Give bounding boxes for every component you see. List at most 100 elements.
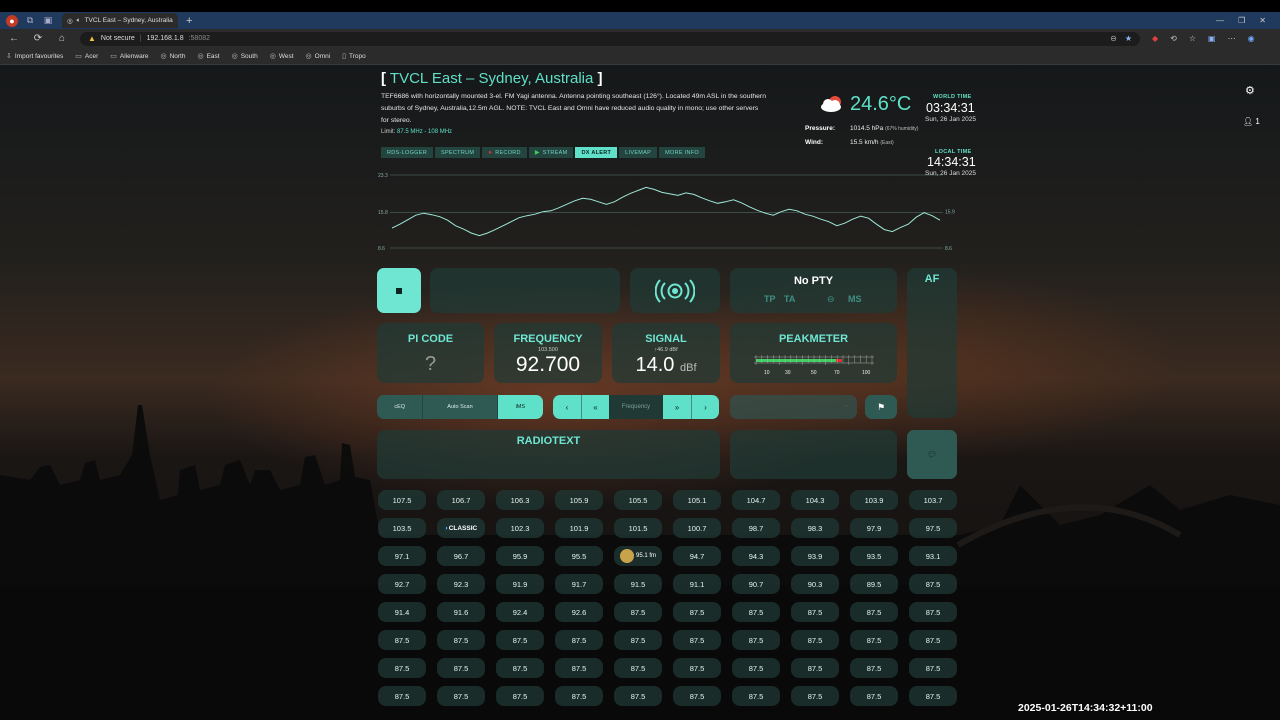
favorites-icon[interactable]: ☆ <box>1189 34 1196 43</box>
bookmark-west[interactable]: ◎ West <box>270 52 294 61</box>
preset-button[interactable]: 95.5 <box>555 546 603 566</box>
menu-icon[interactable]: ⋯ <box>1228 34 1236 43</box>
preset-button[interactable]: 87.5 <box>732 658 780 678</box>
preset-button[interactable]: 107.5 <box>378 490 426 510</box>
preset-button[interactable]: 91.9 <box>496 574 544 594</box>
preset-button[interactable]: 87.5 <box>850 630 898 650</box>
preset-button[interactable]: 87.5 <box>614 686 662 706</box>
preset-button[interactable]: 92.6 <box>555 602 603 622</box>
preset-button[interactable]: 103.7 <box>909 490 957 510</box>
preset-button[interactable]: 87.5 <box>909 658 957 678</box>
plugin-spectrum-button[interactable]: SPECTRUM <box>434 147 481 158</box>
bookmark-acer[interactable]: ▭ Acer <box>75 52 98 61</box>
extension-icon[interactable]: ◆ <box>1152 34 1158 43</box>
preset-button[interactable]: 91.7 <box>555 574 603 594</box>
preset-button[interactable]: 103.9 <box>850 490 898 510</box>
preset-button[interactable]: 87.5 <box>909 630 957 650</box>
preset-button[interactable]: 87.5 <box>378 630 426 650</box>
zoom-icon[interactable]: ⊖ <box>1110 34 1117 43</box>
preset-button[interactable]: 87.5 <box>555 686 603 706</box>
preset-button[interactable]: 105.9 <box>555 490 603 510</box>
preset-button[interactable]: 101.9 <box>555 518 603 538</box>
preset-button[interactable]: 89.5 <box>850 574 898 594</box>
mute-icon[interactable]: 🔈︎ <box>77 17 81 25</box>
preset-button[interactable]: 98.3 <box>791 518 839 538</box>
preset-button[interactable]: 105.5 <box>614 490 662 510</box>
chat-button[interactable]: 💬︎ <box>907 430 957 479</box>
profile-icon[interactable]: ● <box>6 14 18 27</box>
preset-button[interactable]: 93.1 <box>909 546 957 566</box>
preset-button[interactable]: 103.5 <box>378 518 426 538</box>
step-down-button[interactable]: ‹ <box>553 395 581 419</box>
bookmark-omni[interactable]: ◎ Omni <box>306 52 331 61</box>
preset-button[interactable]: 92.3 <box>437 574 485 594</box>
favorite-star-icon[interactable]: ★ <box>1125 34 1132 43</box>
home-icon[interactable]: ⌂ <box>56 33 68 44</box>
preset-button[interactable]: 90.3 <box>791 574 839 594</box>
preset-button[interactable]: 87.5 <box>791 686 839 706</box>
preset-button[interactable]: 87.5 <box>437 686 485 706</box>
close-window-icon[interactable]: ✕ <box>1259 16 1266 25</box>
seek-down-button[interactable]: « <box>581 395 609 419</box>
plugin-rds-logger-button[interactable]: RDS-LOGGER <box>381 147 433 158</box>
settings-gear-icon[interactable]: ⚙ <box>1245 84 1255 97</box>
bookmark-alienware[interactable]: ▭ Alienware <box>110 52 148 61</box>
preset-button[interactable]: 91.4 <box>378 602 426 622</box>
workspaces-icon[interactable]: ⧉ <box>24 15 36 27</box>
preset-button[interactable]: ◗CLASSIC <box>437 518 485 538</box>
preset-button[interactable]: 87.5 <box>673 602 721 622</box>
preset-button[interactable]: 87.5 <box>732 686 780 706</box>
plugin-more-info-button[interactable]: MORE INFO <box>659 147 705 158</box>
frequency-input[interactable]: Frequency <box>609 395 663 419</box>
collections-icon[interactable]: ▣ <box>1208 34 1216 43</box>
bookmark-south[interactable]: ◎ South <box>232 52 258 61</box>
tab-close-icon[interactable]: ✕ <box>177 16 178 25</box>
plugin-record-button[interactable]: ● RECORD <box>482 147 527 158</box>
tab-actions-icon[interactable]: ▣ <box>42 15 54 27</box>
preset-button[interactable]: 93.5 <box>850 546 898 566</box>
stereo-panel[interactable] <box>630 268 720 313</box>
preset-button[interactable]: 87.5 <box>732 602 780 622</box>
preset-button[interactable]: 91.6 <box>437 602 485 622</box>
preset-button[interactable]: 87.5 <box>614 630 662 650</box>
preset-button[interactable]: 87.5 <box>791 630 839 650</box>
preset-button[interactable]: 106.7 <box>437 490 485 510</box>
stop-playback-button[interactable] <box>377 268 421 313</box>
copilot-icon[interactable]: ◉ <box>1248 34 1255 43</box>
preset-button[interactable]: 87.5 <box>791 602 839 622</box>
preset-button[interactable]: 102.3 <box>496 518 544 538</box>
preset-button[interactable]: 87.5 <box>850 658 898 678</box>
preset-button[interactable]: 92.4 <box>496 602 544 622</box>
preset-button[interactable]: 106.3 <box>496 490 544 510</box>
preset-button[interactable]: 87.5 <box>909 686 957 706</box>
preset-button[interactable]: 91.5 <box>614 574 662 594</box>
preset-button[interactable]: 98.7 <box>732 518 780 538</box>
preset-button[interactable]: 87.5 <box>673 630 721 650</box>
preset-button[interactable]: 87.5 <box>378 686 426 706</box>
extensions-icon[interactable]: ⟲ <box>1170 34 1177 43</box>
preset-button[interactable]: 93.9 <box>791 546 839 566</box>
preset-button[interactable]: 94.3 <box>732 546 780 566</box>
bookmark-north[interactable]: ◎ North <box>160 52 185 61</box>
tab-active[interactable]: ◎ 🔈︎ TVCL East – Sydney, Australia ✕ <box>62 13 178 28</box>
url-field[interactable]: ▲ Not secure | 192.168.1.8:58082 ⊖ ★ <box>80 31 1140 46</box>
preset-button[interactable]: 95.1 fm <box>614 546 662 566</box>
preset-button[interactable]: 87.5 <box>378 658 426 678</box>
frequency-panel[interactable]: FREQUENCY 103.500 92.700 <box>494 323 602 383</box>
preset-button[interactable]: 96.7 <box>437 546 485 566</box>
plugin-dx-alert-button[interactable]: DX ALERT <box>575 147 618 158</box>
preset-button[interactable]: 87.5 <box>437 630 485 650</box>
preset-button[interactable]: 97.9 <box>850 518 898 538</box>
preset-button[interactable]: 87.5 <box>791 658 839 678</box>
command-input[interactable]: → <box>730 395 857 419</box>
minimize-icon[interactable]: — <box>1216 16 1224 25</box>
preset-button[interactable]: 104.7 <box>732 490 780 510</box>
preset-button[interactable]: 87.5 <box>496 686 544 706</box>
seek-up-button[interactable]: » <box>663 395 691 419</box>
new-tab-icon[interactable]: + <box>186 15 192 27</box>
bookmark-east[interactable]: ◎ East <box>197 52 219 61</box>
preset-button[interactable]: 92.7 <box>378 574 426 594</box>
preset-button[interactable]: 87.5 <box>555 658 603 678</box>
preset-button[interactable]: 87.5 <box>850 686 898 706</box>
preset-button[interactable]: 87.5 <box>496 658 544 678</box>
